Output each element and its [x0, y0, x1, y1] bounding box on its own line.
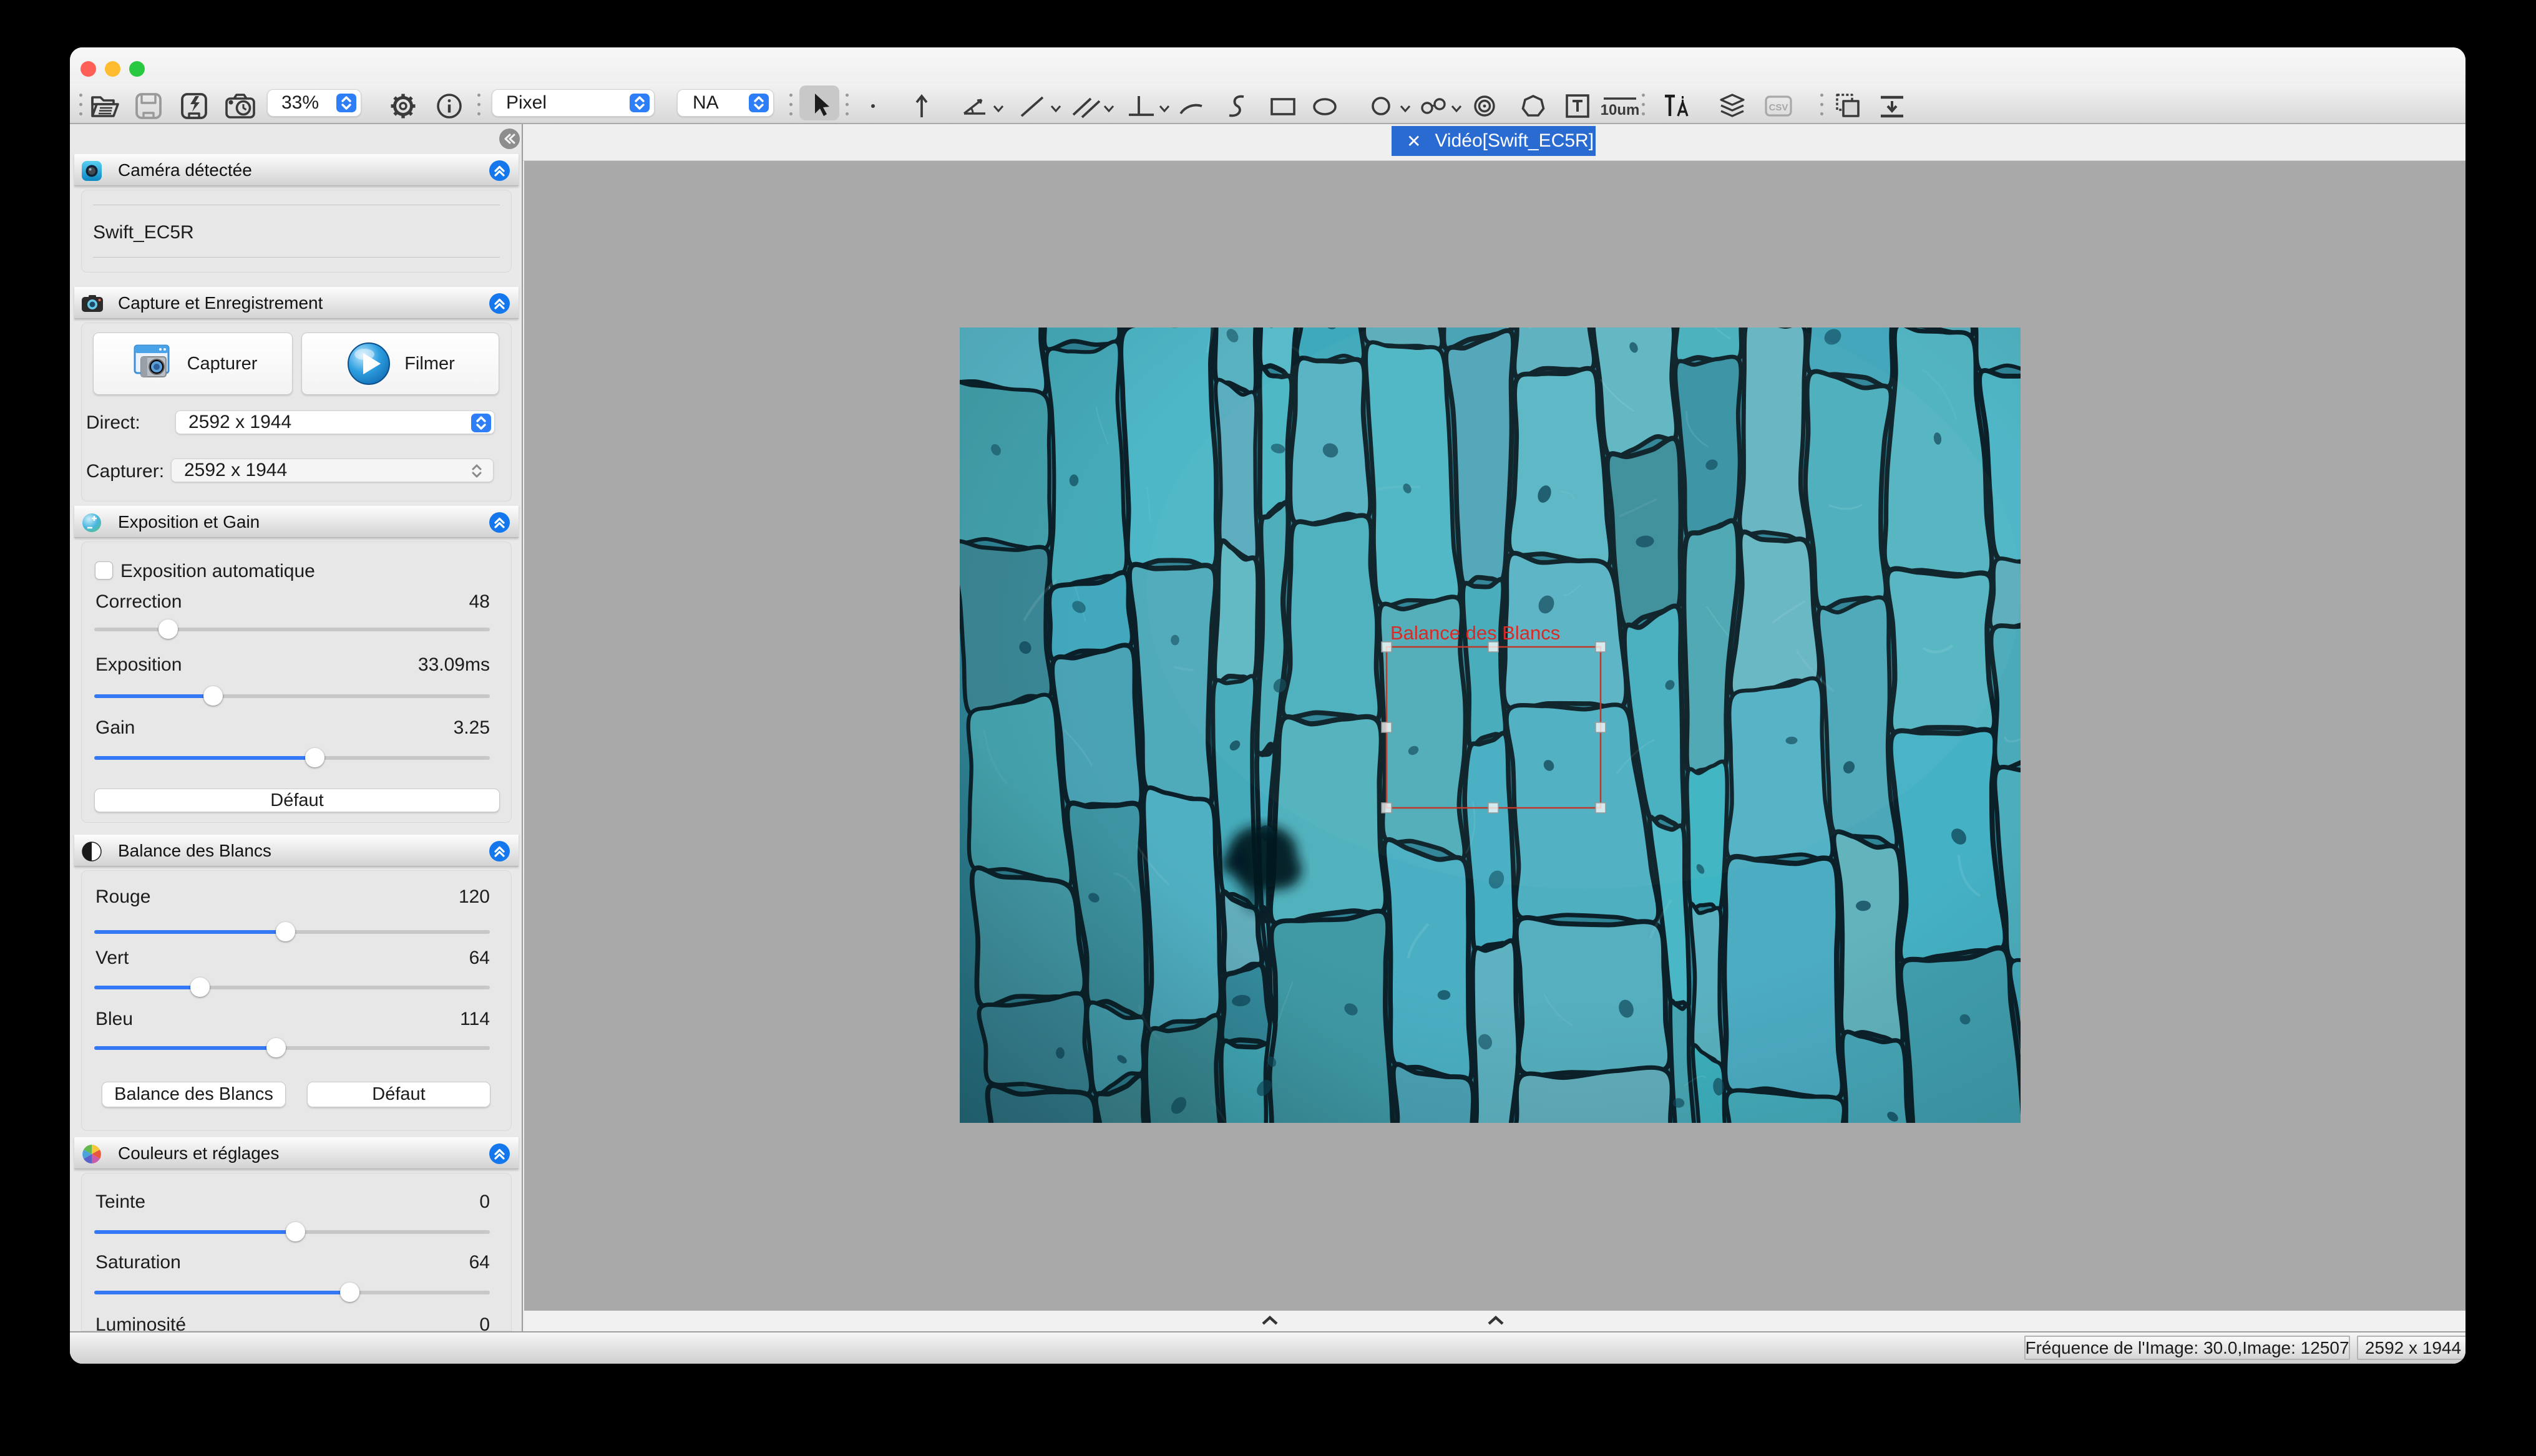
svg-text:10um: 10um [1601, 102, 1640, 119]
svg-text:Balance des Blancs: Balance des Blancs [1390, 622, 1560, 644]
svg-text:CSV: CSV [1769, 102, 1788, 113]
